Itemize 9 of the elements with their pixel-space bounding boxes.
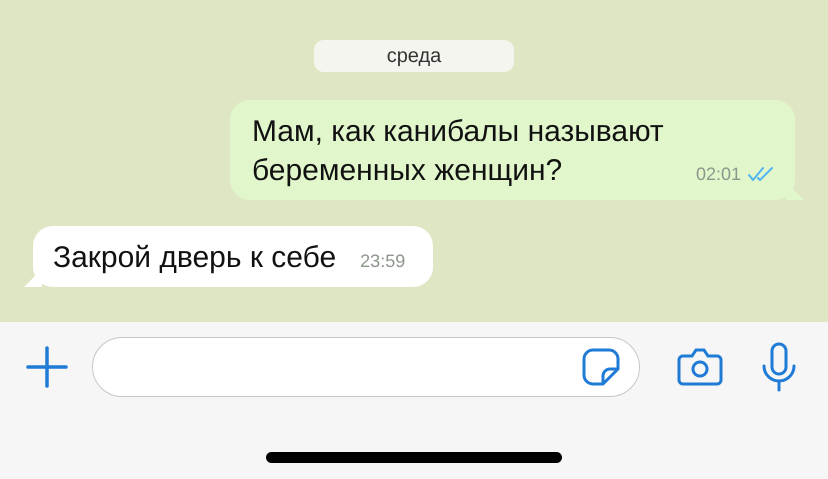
plus-icon[interactable] (26, 346, 68, 388)
message-time: 23:59 (360, 250, 406, 273)
message-text: Закрой дверь к себе (53, 240, 336, 276)
date-label: среда (314, 40, 514, 72)
microphone-icon[interactable] (761, 342, 797, 392)
message-time: 02:01 (696, 162, 741, 186)
sticker-icon[interactable] (581, 347, 621, 387)
message-text: Мам, как канибалы называют беременных женщин? (252, 114, 665, 189)
camera-icon[interactable] (677, 347, 723, 387)
